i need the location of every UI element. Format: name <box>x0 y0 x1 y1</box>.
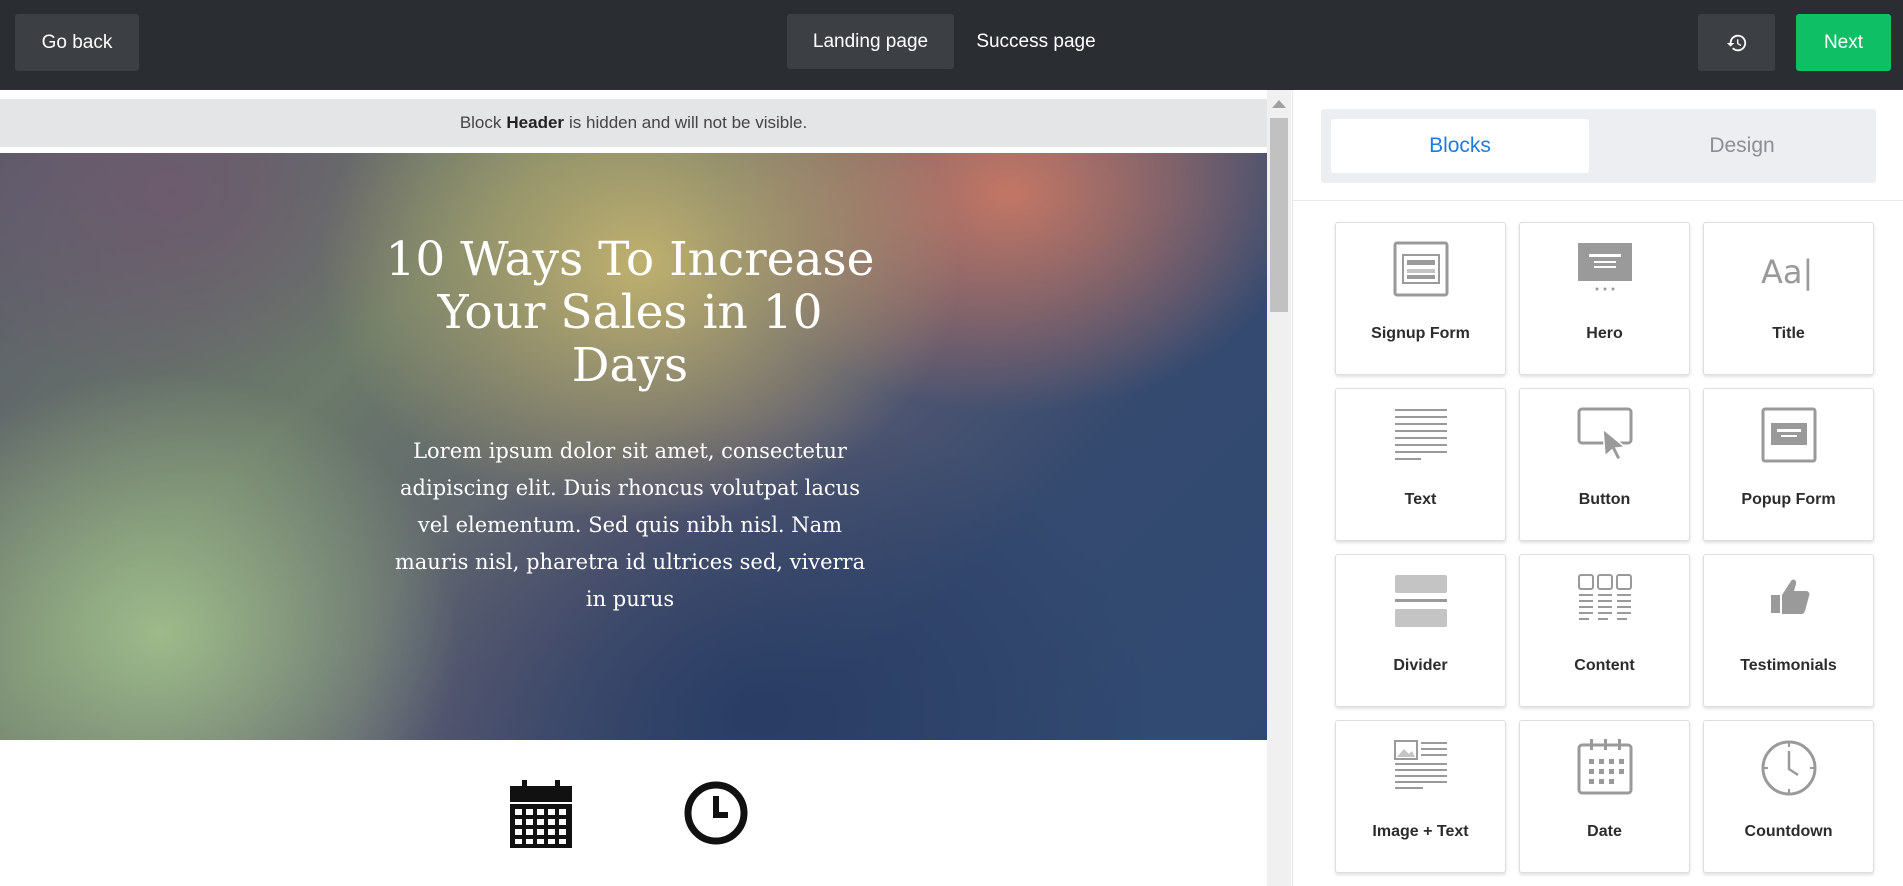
block-text[interactable]: Text <box>1335 388 1506 541</box>
scrollbar-thumb[interactable] <box>1270 118 1288 312</box>
block-label: Hero <box>1586 325 1623 342</box>
icon-row <box>0 770 1267 860</box>
block-image-text[interactable]: Image + Text <box>1335 720 1506 873</box>
scroll-up-icon[interactable] <box>1272 100 1286 108</box>
hidden-block-notice: Block Header is hidden and will not be v… <box>0 99 1267 147</box>
popup-form-icon <box>1761 407 1816 463</box>
svg-text:Aa|: Aa| <box>1761 253 1813 291</box>
block-label: Text <box>1404 491 1437 508</box>
block-divider[interactable]: Divider <box>1335 554 1506 707</box>
tab-blocks[interactable]: Blocks <box>1331 119 1589 173</box>
hero-icon <box>1577 243 1632 291</box>
notice-prefix: Block <box>459 113 502 132</box>
tab-design[interactable]: Design <box>1613 119 1871 173</box>
block-label: Button <box>1578 491 1631 508</box>
block-content[interactable]: Content <box>1519 554 1690 707</box>
image-text-icon <box>1393 740 1447 789</box>
block-testimonials[interactable]: Testimonials <box>1703 554 1874 707</box>
block-button[interactable]: Button <box>1519 388 1690 541</box>
top-bar: Go back Landing page Success page Next <box>0 0 1903 90</box>
block-popup-form[interactable]: Popup Form <box>1703 388 1874 541</box>
divider-icon <box>1394 575 1447 627</box>
notice-block-name: Header <box>506 113 565 132</box>
next-button[interactable]: Next <box>1796 14 1891 71</box>
text-icon <box>1394 409 1447 460</box>
hero-title[interactable]: 10 Ways To Increase Your Sales in 10 Day… <box>380 233 880 392</box>
history-button[interactable] <box>1698 14 1775 71</box>
button-icon <box>1577 407 1632 462</box>
page-canvas: Block Header is hidden and will not be v… <box>0 90 1267 886</box>
block-label: Divider <box>1393 657 1448 674</box>
block-label: Content <box>1574 657 1635 674</box>
date-icon <box>1577 739 1632 795</box>
block-title[interactable]: Aa| Title <box>1703 222 1874 375</box>
thumbs-up-icon <box>1770 579 1809 614</box>
block-label: Countdown <box>1744 823 1833 840</box>
block-label: Popup Form <box>1741 491 1836 508</box>
calendar-icon <box>510 780 572 848</box>
title-icon: Aa| <box>1761 253 1813 291</box>
block-label: Date <box>1587 823 1622 840</box>
go-back-button[interactable]: Go back <box>15 14 139 71</box>
notice-suffix: is hidden and will not be visible. <box>569 113 808 132</box>
tab-landing-page[interactable]: Landing page <box>787 14 954 69</box>
countdown-icon <box>1761 740 1816 796</box>
block-label: Image + Text <box>1372 823 1469 840</box>
block-countdown[interactable]: Countdown <box>1703 720 1874 873</box>
block-signup-form[interactable]: Signup Form <box>1335 222 1506 375</box>
blocks-sidebar: Blocks Design Signup Form Hero Aa| Title… <box>1292 90 1903 886</box>
hero-text[interactable]: Lorem ipsum dolor sit amet, consectetur … <box>390 433 870 618</box>
block-label: Signup Form <box>1371 325 1470 342</box>
block-hero[interactable]: Hero <box>1519 222 1690 375</box>
history-icon <box>1726 34 1746 51</box>
hero-block[interactable]: 10 Ways To Increase Your Sales in 10 Day… <box>0 153 1267 740</box>
content-icon <box>1577 574 1632 620</box>
sidebar-tabs: Blocks Design <box>1321 109 1876 183</box>
block-date[interactable]: Date <box>1519 720 1690 873</box>
block-label: Title <box>1772 325 1805 342</box>
sidebar-divider <box>1293 200 1903 201</box>
clock-icon <box>684 781 748 845</box>
signup-form-icon <box>1393 241 1448 297</box>
block-label: Testimonials <box>1740 657 1837 674</box>
tab-success-page[interactable]: Success page <box>960 14 1112 69</box>
